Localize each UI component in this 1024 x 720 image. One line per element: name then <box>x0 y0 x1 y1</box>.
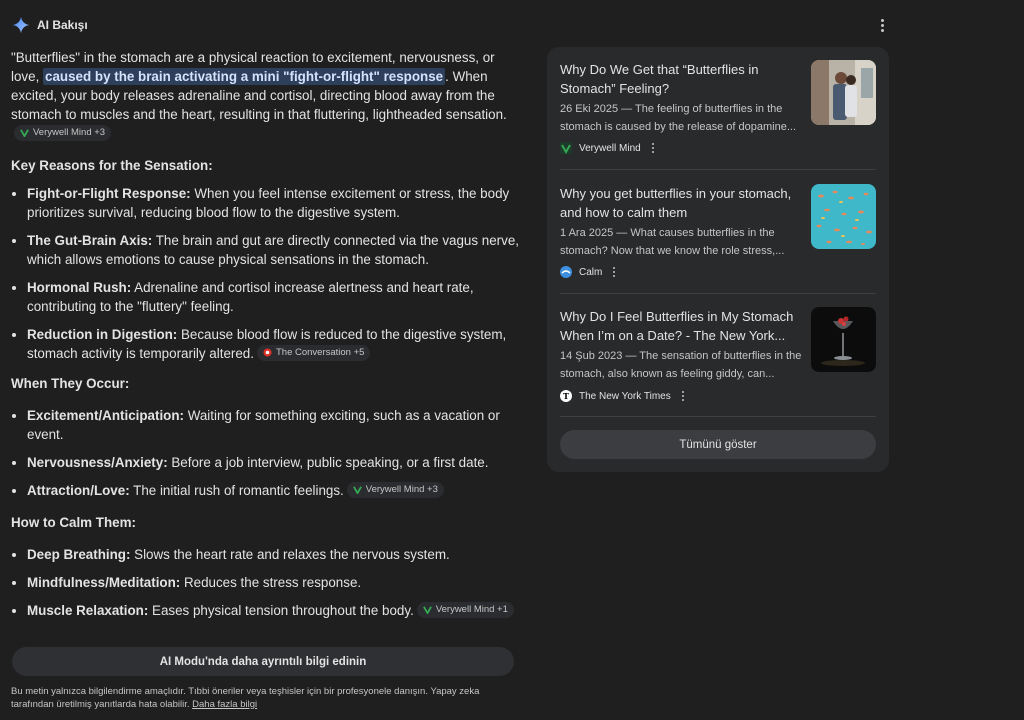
citation-chip[interactable]: Verywell Mind +1 <box>416 601 514 618</box>
list-item-term: Deep Breathing: <box>27 547 131 562</box>
source-name: The New York Times <box>579 390 671 402</box>
source-card[interactable]: Why Do I Feel Butterflies in My Stomach … <box>560 307 876 407</box>
highlighted-text: caused by the brain activating a mini "f… <box>43 68 446 85</box>
list-item-text: Reduces the stress response. <box>180 575 362 590</box>
ai-overview-header: AI Bakışı <box>12 14 88 36</box>
source-card-title[interactable]: Why Do I Feel Butterflies in My Stomach … <box>560 307 800 345</box>
source-card-title[interactable]: Why you get butterflies in your stomach,… <box>560 184 800 222</box>
couple-image-icon <box>811 60 876 125</box>
list-item-text: The initial rush of romantic feelings. <box>129 483 344 498</box>
citation-chip-label: Verywell Mind +1 <box>435 603 508 615</box>
source-name: Verywell Mind <box>579 142 641 154</box>
citation-chip[interactable]: The Conversation +5 <box>256 344 371 361</box>
list-item: Deep Breathing: Slows the heart rate and… <box>27 545 521 564</box>
sources-panel: Why Do We Get that “Butterflies in Stoma… <box>547 47 889 472</box>
verywell-favicon-icon <box>560 142 572 154</box>
verywell-favicon-icon <box>422 606 432 614</box>
source-options-icon[interactable] <box>681 391 684 401</box>
more-options-icon[interactable] <box>876 16 888 34</box>
list-item-term: Reduction in Digestion: <box>27 327 178 342</box>
source-card[interactable]: Why Do We Get that “Butterflies in Stoma… <box>560 60 876 160</box>
verywell-favicon-icon <box>20 129 29 137</box>
calm-favicon-icon <box>560 266 572 278</box>
list-item-text: Slows the heart rate and relaxes the ner… <box>130 547 450 562</box>
source-thumbnail[interactable] <box>811 307 876 372</box>
list-item-term: Muscle Relaxation: <box>27 603 149 618</box>
section-heading: How to Calm Them: <box>11 515 136 530</box>
calm-list: Deep Breathing: Slows the heart rate and… <box>11 545 521 620</box>
ai-overview-answer: "Butterflies" in the stomach are a physi… <box>11 48 521 620</box>
list-item: Fight-or-Flight Response: When you feel … <box>27 184 521 222</box>
list-item-term: Nervousness/Anxiety: <box>27 455 168 470</box>
list-item: Nervousness/Anxiety: Before a job interv… <box>27 453 521 472</box>
list-item-term: The Gut-Brain Axis: <box>27 233 153 248</box>
list-item: Attraction/Love: The initial rush of rom… <box>27 481 521 500</box>
list-item-term: Fight-or-Flight Response: <box>27 186 191 201</box>
section-heading: When They Occur: <box>11 376 130 391</box>
source-options-icon[interactable] <box>651 143 654 153</box>
occurrence-list: Excitement/Anticipation: Waiting for som… <box>11 406 521 500</box>
source-thumbnail[interactable] <box>811 184 876 249</box>
divider <box>560 169 876 170</box>
source-card-snippet: 26 Eki 2025 — The feeling of butterflies… <box>560 103 797 133</box>
learn-more-link[interactable]: Daha fazla bilgi <box>192 699 257 710</box>
citation-chip-label: Verywell Mind +3 <box>365 483 438 495</box>
source-card-snippet: 1 Ara 2025 — What causes butterflies in … <box>560 227 785 257</box>
ai-overview-title: AI Bakışı <box>37 18 88 32</box>
svg-text:T: T <box>563 391 569 401</box>
source-card[interactable]: Why you get butterflies in your stomach,… <box>560 184 876 284</box>
list-item-term: Excitement/Anticipation: <box>27 408 184 423</box>
list-item: Excitement/Anticipation: Waiting for som… <box>27 406 521 444</box>
source-card-source: T The New York Times <box>560 390 684 402</box>
disclaimer: Bu metin yalnızca bilgilendirme amaçlıdı… <box>11 685 501 711</box>
list-item-term: Mindfulness/Meditation: <box>27 575 181 590</box>
list-item: Mindfulness/Meditation: Reduces the stre… <box>27 573 521 592</box>
source-card-snippet: 14 Şub 2023 — The sensation of butterfli… <box>560 350 802 380</box>
verywell-favicon-icon <box>352 486 362 494</box>
butterflies-image-icon <box>811 184 876 249</box>
list-item-term: Attraction/Love: <box>27 483 130 498</box>
list-item: The Gut-Brain Axis: The brain and gut ar… <box>27 231 521 269</box>
list-item-text: Before a job interview, public speaking,… <box>167 455 489 470</box>
divider <box>560 293 876 294</box>
source-card-title[interactable]: Why Do We Get that “Butterflies in Stoma… <box>560 60 800 98</box>
citation-chip[interactable]: Verywell Mind +3 <box>346 481 444 498</box>
source-card-source: Calm <box>560 266 616 278</box>
list-item-text: Eases physical tension throughout the bo… <box>148 603 414 618</box>
citation-chip[interactable]: Verywell Mind +3 <box>14 124 112 141</box>
ai-mode-button[interactable]: AI Modu'nda daha ayrıntılı bilgi edinin <box>12 647 514 676</box>
glass-image-icon <box>811 307 876 372</box>
reasons-list: Fight-or-Flight Response: When you feel … <box>11 184 521 363</box>
source-options-icon[interactable] <box>613 267 616 277</box>
intro-paragraph: "Butterflies" in the stomach are a physi… <box>11 48 521 143</box>
sparkle-icon <box>12 16 30 34</box>
list-item: Hormonal Rush: Adrenaline and cortisol i… <box>27 278 521 316</box>
source-thumbnail[interactable] <box>811 60 876 125</box>
show-all-button[interactable]: Tümünü göster <box>560 430 876 459</box>
list-item: Reduction in Digestion: Because blood fl… <box>27 325 521 363</box>
citation-chip-label: The Conversation +5 <box>275 346 365 358</box>
conversation-favicon-icon <box>263 348 272 357</box>
list-item-term: Hormonal Rush: <box>27 280 132 295</box>
source-card-source: Verywell Mind <box>560 142 654 154</box>
citation-chip-label: Verywell Mind +3 <box>33 126 106 138</box>
nyt-favicon-icon: T <box>560 390 572 402</box>
source-name: Calm <box>579 266 603 278</box>
list-item: Muscle Relaxation: Eases physical tensio… <box>27 601 521 620</box>
divider <box>560 416 876 417</box>
section-heading: Key Reasons for the Sensation: <box>11 158 213 173</box>
